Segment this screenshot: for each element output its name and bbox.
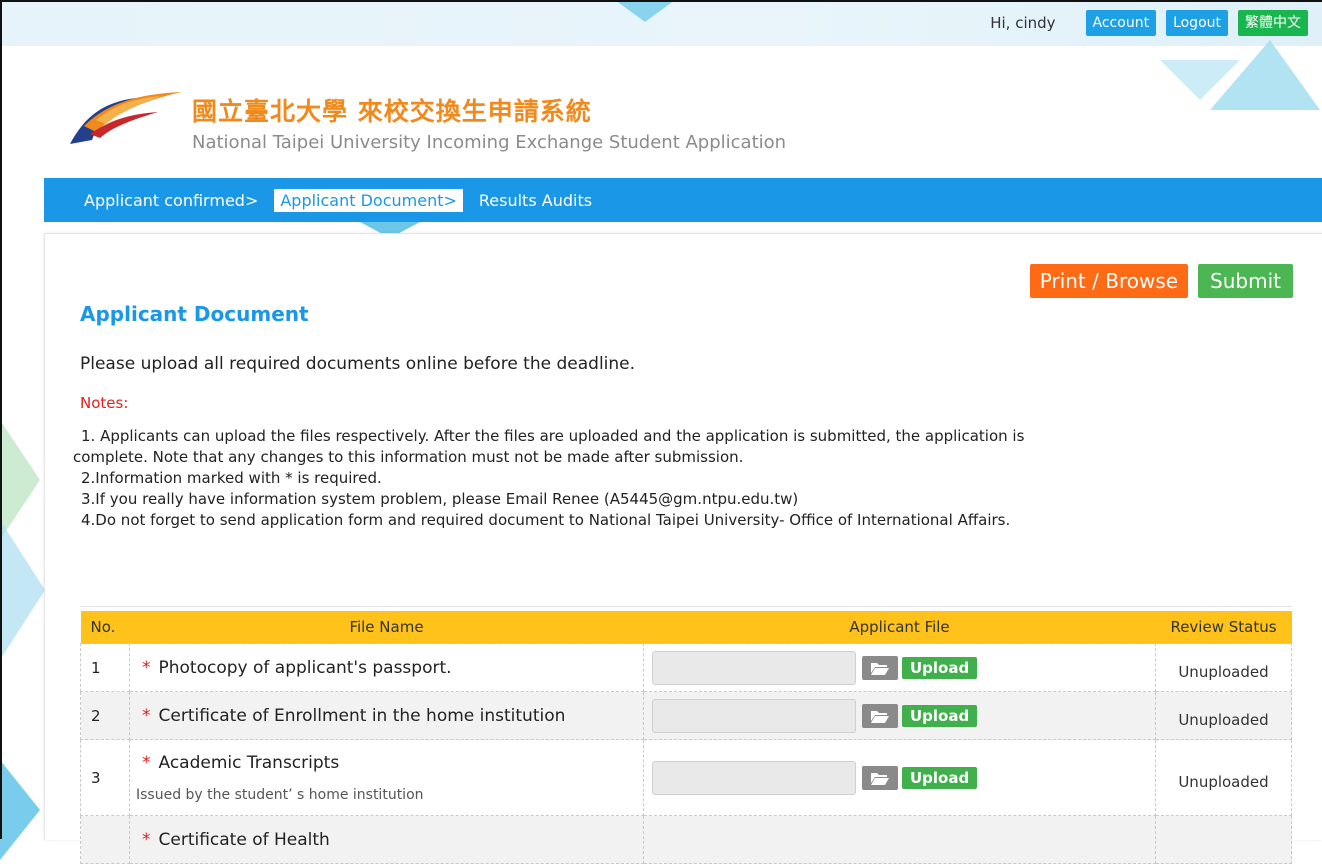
file-name: Academic Transcripts [158, 752, 340, 773]
row-number: 3 [80, 739, 130, 816]
row-number: 2 [80, 691, 130, 740]
brand-title-english: National Taipei University Incoming Exch… [192, 132, 787, 153]
note-line: 2.Information marked with * is required. [81, 469, 382, 487]
file-name: Certificate of Enrollment in the home in… [158, 705, 566, 726]
account-button[interactable]: Account [1085, 10, 1157, 36]
decor-triangle [0, 760, 40, 860]
header-review-status: Review Status [1155, 611, 1292, 644]
file-name-cell: * Academic Transcripts Issued by the stude… [129, 739, 644, 816]
file-path-input[interactable] [652, 650, 856, 685]
top-bar: Hi, cindy Account Logout 繁體中文 [990, 10, 1308, 36]
decor-triangle [1160, 60, 1240, 100]
required-mark: * [142, 657, 151, 678]
row-number [80, 815, 130, 864]
file-name-cell: * Certificate of Health [129, 815, 644, 864]
nav-results-audits[interactable]: Results Audits [473, 189, 598, 212]
file-path-input[interactable] [652, 760, 856, 795]
page-title: Applicant Document [80, 302, 309, 326]
notes-title: Notes: [80, 394, 129, 412]
notes-list: 1. Applicants can upload the files respe… [73, 426, 1221, 531]
decor-triangle [615, 0, 675, 22]
table-row: 3 * Academic Transcripts Issued by the stu… [80, 739, 1292, 816]
note-line: complete. Note that any changes to this … [73, 448, 744, 466]
note-line: 1. Applicants can upload the files respe… [81, 427, 1025, 445]
folder-open-icon [871, 772, 889, 785]
applicant-file-cell: Upload [643, 739, 1156, 816]
site-logo: 國立臺北大學 來校交換生申請系統 National Taipei Univers… [66, 84, 786, 153]
logout-button[interactable]: Logout [1166, 10, 1228, 36]
review-status: Unuploaded [1155, 739, 1292, 816]
nav-applicant-document[interactable]: Applicant Document> [274, 188, 463, 212]
table-row: * Certificate of Health [80, 815, 1292, 864]
header-file-name: File Name [129, 611, 644, 644]
upload-button[interactable]: Upload [902, 656, 978, 679]
nav-applicant-confirmed[interactable]: Applicant confirmed> [78, 189, 264, 212]
review-status [1155, 815, 1292, 864]
file-path-input[interactable] [652, 698, 856, 733]
action-buttons: Print / Browse Submit [1029, 264, 1293, 298]
required-mark: * [142, 752, 151, 773]
browse-folder-button[interactable] [862, 655, 898, 680]
header-no: No. [80, 611, 130, 644]
decor-triangle [0, 520, 45, 660]
note-line: 3.If you really have information system … [81, 490, 799, 508]
applicant-file-cell: Upload [643, 691, 1156, 740]
brand-title-chinese: 國立臺北大學 來校交換生申請系統 [192, 97, 592, 126]
required-mark: * [142, 705, 151, 726]
table-row: 2 * Certificate of Enrollment in the home… [80, 691, 1292, 740]
required-mark: * [142, 829, 151, 850]
applicant-file-cell [643, 815, 1156, 864]
file-note: Issued by the student’ s home institutio… [136, 786, 424, 803]
language-button[interactable]: 繁體中文 [1238, 10, 1308, 36]
document-table: No. File Name Applicant File Review Stat… [80, 611, 1292, 864]
submit-button[interactable]: Submit [1198, 264, 1293, 298]
step-navigation: Applicant confirmed> Applicant Document>… [44, 178, 1322, 222]
divider [80, 606, 1292, 607]
logo-swoosh-icon [70, 92, 182, 144]
table-header-row: No. File Name Applicant File Review Stat… [80, 611, 1292, 644]
review-status: Unuploaded [1155, 643, 1292, 692]
folder-open-icon [871, 710, 889, 723]
note-line: 4.Do not forget to send application form… [81, 511, 1011, 529]
upload-button[interactable]: Upload [902, 766, 978, 789]
review-status: Unuploaded [1155, 691, 1292, 740]
user-greeting: Hi, cindy [990, 14, 1056, 32]
folder-open-icon [871, 662, 889, 675]
upload-button[interactable]: Upload [902, 704, 978, 727]
file-name-cell: * Certificate of Enrollment in the home i… [129, 691, 644, 740]
file-name: Certificate of Health [158, 829, 330, 850]
applicant-file-cell: Upload [643, 643, 1156, 692]
intro-text: Please upload all required documents onl… [80, 354, 636, 374]
browse-folder-button[interactable] [862, 765, 898, 790]
file-name-cell: * Photocopy of applicant's passport. [129, 643, 644, 692]
header-applicant-file: Applicant File [643, 611, 1156, 644]
print-browse-button[interactable]: Print / Browse [1029, 264, 1189, 298]
content-card: Print / Browse Submit Applicant Document… [44, 233, 1322, 864]
table-row: 1 * Photocopy of applicant's passport. Up… [80, 643, 1292, 692]
browse-folder-button[interactable] [862, 703, 898, 728]
file-name: Photocopy of applicant's passport. [158, 657, 452, 678]
row-number: 1 [80, 643, 130, 692]
